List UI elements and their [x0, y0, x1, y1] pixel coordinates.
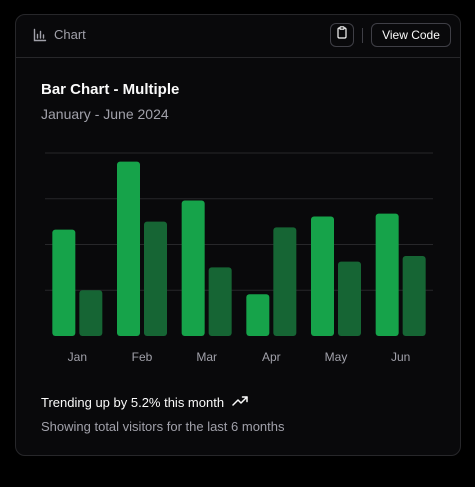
bar-mar-series-2[interactable]: [208, 267, 232, 336]
bar-apr-series-1[interactable]: [246, 294, 270, 336]
bar-feb-series-2[interactable]: [144, 221, 167, 336]
bar-mar-series-1[interactable]: [181, 200, 205, 336]
trend-text: Trending up by 5.2% this month: [41, 395, 225, 410]
x-tick-label: Jan: [68, 350, 87, 364]
x-tick-label: Mar: [196, 350, 217, 364]
trending-up-icon: [232, 395, 248, 410]
chart-card: Chart View Code Bar Chart - Multiple Jan…: [15, 14, 461, 456]
bar-may-series-1[interactable]: [311, 216, 334, 336]
bar-apr-series-2[interactable]: [273, 227, 297, 336]
bar-may-series-2[interactable]: [338, 261, 361, 336]
bar-jan-series-1[interactable]: [52, 229, 76, 336]
bar-jun-series-1[interactable]: [375, 213, 399, 336]
trend-row: Trending up by 5.2% this month: [41, 395, 248, 410]
bar-chart: Jan Feb Mar Apr May Jun: [45, 152, 433, 364]
footer-description: Showing total visitors for the last 6 mo…: [41, 419, 285, 434]
bar-jan-series-2[interactable]: [79, 290, 103, 336]
x-tick-label: Jun: [391, 350, 410, 364]
x-tick-label: Apr: [262, 350, 281, 364]
x-tick-label: Feb: [132, 350, 153, 364]
bar-feb-series-1[interactable]: [117, 161, 140, 336]
bar-jun-series-2[interactable]: [402, 255, 426, 336]
x-tick-label: May: [325, 350, 348, 364]
